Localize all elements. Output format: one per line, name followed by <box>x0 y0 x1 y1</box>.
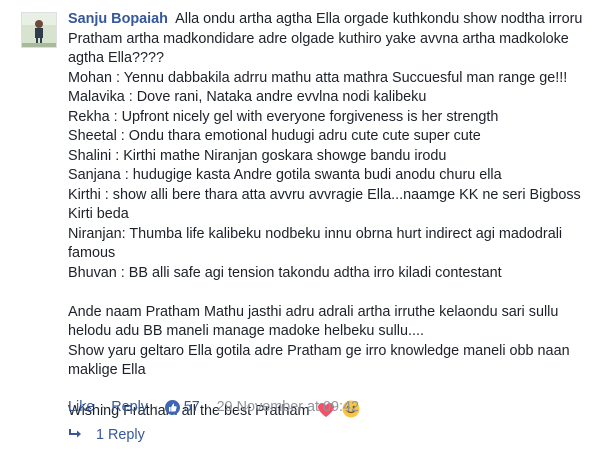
separator-dot: · <box>100 399 106 415</box>
comment-body: Sanju Bopaiah Alla ondu artha agtha Ella… <box>68 10 588 425</box>
like-count[interactable]: 57 <box>184 399 200 415</box>
comment-line-3: Rekha : Upfront nicely gel with everyone… <box>68 108 499 125</box>
comment-line-7: Kirthi : show alli bere thara atta avvru… <box>68 186 581 223</box>
comment-actions: Like · Reply · 57 · 29 November at 09:42 <box>68 399 359 415</box>
comment-author-link[interactable]: Sanju Bopaiah <box>68 11 168 27</box>
comment-line-9: Bhuvan : BB alli safe agi tension takond… <box>68 264 502 281</box>
separator-dot: · <box>205 399 211 415</box>
separator-dot: · <box>154 399 159 415</box>
reply-button[interactable]: Reply <box>111 399 148 415</box>
avatar[interactable] <box>21 12 57 48</box>
comment: Sanju Bopaiah Alla ondu artha agtha Ella… <box>0 0 600 450</box>
reply-arrow-icon <box>68 427 84 443</box>
comment-line-5: Shalini : Kirthi mathe Niranjan goskara … <box>68 147 447 164</box>
replies-count-link[interactable]: 1 Reply <box>96 427 145 443</box>
comment-line-1: Mohan : Yennu dabbakila adrru mathu atta… <box>68 69 568 86</box>
comment-line-4: Sheetal : Ondu thara emotional hudugi ad… <box>68 128 481 144</box>
comment-line-8: Niranjan: Thumba life kalibeku nodbeku i… <box>68 225 563 262</box>
comment-line-6: Sanjana : hudugige kasta Andre gotila sw… <box>68 167 502 183</box>
comment-first-paragraph: Sanju Bopaiah Alla ondu artha agtha Ella… <box>68 10 588 69</box>
comment-paragraph-3: Show yaru geltaro Ella gotila adre Prath… <box>68 342 570 379</box>
like-button[interactable]: Like <box>68 399 94 415</box>
comment-line-2: Malavika : Dove rani, Nataka andre evvln… <box>68 89 427 105</box>
thumbs-up-icon[interactable] <box>164 399 180 415</box>
view-replies[interactable]: 1 Reply <box>68 427 145 443</box>
comment-paragraph-2: Ande naam Pratham Mathu jasthi adru adra… <box>68 303 559 340</box>
comment-timestamp[interactable]: 29 November at 09:42 <box>217 399 359 415</box>
